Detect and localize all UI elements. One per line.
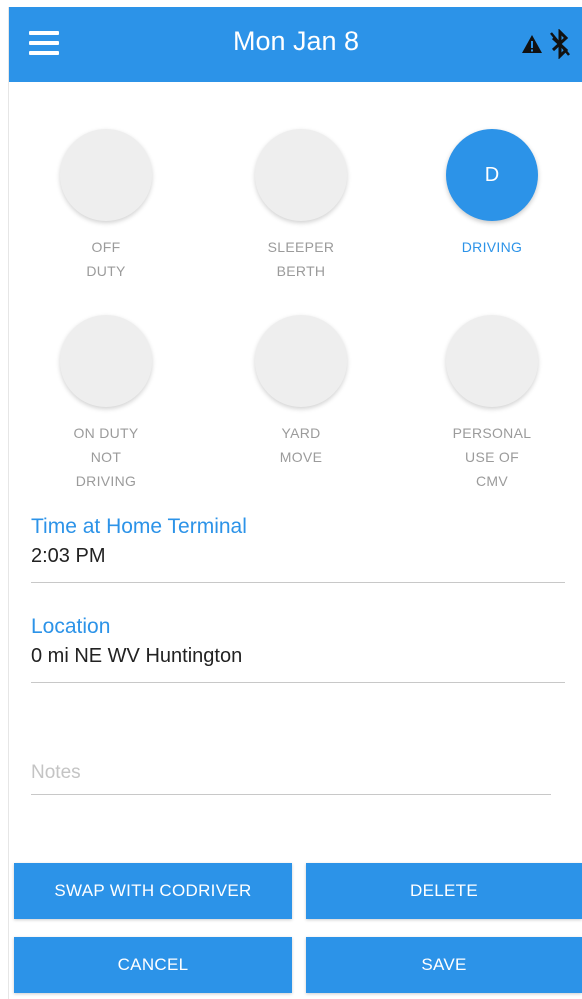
save-button[interactable]: SAVE (306, 937, 582, 993)
status-circle (60, 129, 152, 221)
status-label: OFF DUTY (86, 239, 126, 279)
warning-icon[interactable] (521, 34, 543, 54)
time-value: 2:03 PM (31, 545, 106, 567)
location-label: Location (31, 615, 111, 638)
divider (31, 682, 565, 683)
status-circle-active: D (446, 129, 538, 221)
delete-button[interactable]: DELETE (306, 863, 582, 919)
status-driving[interactable]: D DRIVING (422, 129, 562, 259)
status-circle (255, 315, 347, 407)
status-circle (255, 129, 347, 221)
status-personal-use[interactable]: PERSONAL USE OF CMV (422, 315, 562, 493)
status-label: PERSONAL USE OF CMV (452, 425, 532, 489)
time-field[interactable]: Time at Home Terminal 2:03 PM (31, 515, 565, 583)
bluetooth-off-icon[interactable] (549, 29, 571, 59)
divider (31, 794, 551, 795)
status-label: ON DUTY NOT DRIVING (73, 425, 139, 489)
swap-codriver-button[interactable]: SWAP WITH CODRIVER (14, 863, 292, 919)
status-off-duty[interactable]: OFF DUTY (36, 129, 176, 283)
status-circle (446, 315, 538, 407)
page-title: Mon Jan 8 (232, 26, 360, 56)
status-label: DRIVING (461, 239, 523, 255)
status-sleeper-berth[interactable]: SLEEPER BERTH (231, 129, 371, 283)
app-bar: Mon Jan 8 (9, 7, 582, 82)
status-label: YARD MOVE (279, 425, 323, 465)
screen: Mon Jan 8 OFF DUTY SLEEPER BERTH D DRIVI… (8, 7, 582, 999)
notes-input[interactable]: Notes (31, 762, 551, 795)
status-label: SLEEPER BERTH (267, 239, 335, 279)
status-circle (60, 315, 152, 407)
status-yard-move[interactable]: YARD MOVE (231, 315, 371, 469)
location-field[interactable]: Location 0 mi NE WV Huntington (31, 615, 565, 683)
cancel-button[interactable]: CANCEL (14, 937, 292, 993)
status-on-duty-not-driving[interactable]: ON DUTY NOT DRIVING (36, 315, 176, 493)
divider (31, 582, 565, 583)
notes-placeholder: Notes (31, 762, 81, 783)
time-label: Time at Home Terminal (31, 515, 247, 538)
location-value: 0 mi NE WV Huntington (31, 645, 243, 667)
